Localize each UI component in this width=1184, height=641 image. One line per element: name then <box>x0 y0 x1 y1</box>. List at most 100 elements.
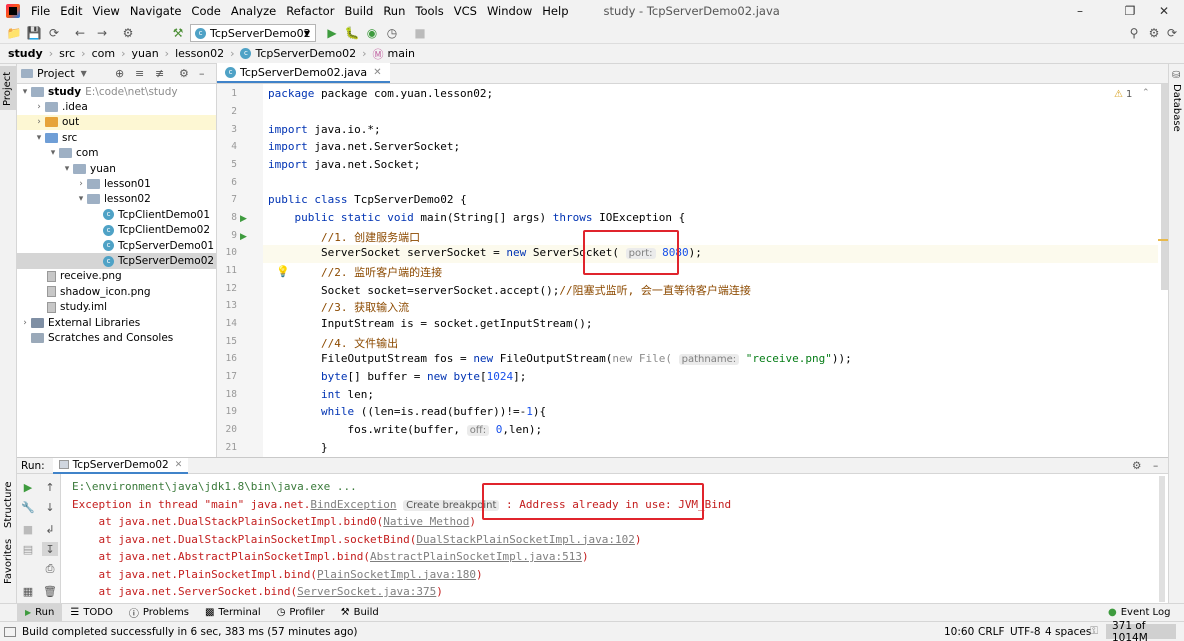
update-icon[interactable]: ⟳ <box>1164 25 1180 41</box>
bottom-tab-run[interactable]: ▶ Run <box>17 603 63 622</box>
tree-item-tcpclientdemo01[interactable]: c TcpClientDemo01 <box>17 207 216 222</box>
back-icon[interactable]: ← <box>72 25 88 41</box>
run-config-select[interactable]: c TcpServerDemo02 ▼ <box>190 24 316 42</box>
scroll-down-icon[interactable]: ↓ <box>42 500 58 514</box>
stack-link[interactable]: PlainSocketImpl.java:180 <box>317 568 476 581</box>
sync-icon[interactable]: ⟳ <box>46 25 62 41</box>
structure-tool-tab[interactable]: Structure <box>3 481 14 528</box>
scroll-up-icon[interactable]: ↑ <box>42 480 58 494</box>
chevron-down-icon[interactable]: ▼ <box>81 69 87 78</box>
menu-analyze[interactable]: Analyze <box>226 4 281 18</box>
project-panel-title[interactable]: Project <box>37 67 75 80</box>
build-hammer-icon[interactable]: ⚒ <box>170 25 186 41</box>
tree-item-tcpserverdemo01[interactable]: c TcpServerDemo01 <box>17 238 216 253</box>
tree-item-com[interactable]: ▾ com <box>17 146 216 161</box>
tree-item-lesson01[interactable]: › lesson01 <box>17 176 216 191</box>
tree-item-out[interactable]: › out <box>17 114 216 131</box>
soft-wrap-icon[interactable]: ↲ <box>42 522 58 536</box>
stack-link[interactable]: ServerSocket.java:375 <box>297 585 436 598</box>
console-scrollbar[interactable] <box>1159 476 1165 602</box>
stack-link[interactable]: DualStackPlainSocketImpl.java:102 <box>416 533 635 546</box>
stack-link[interactable]: AbstractPlainSocketImpl.java:513 <box>370 550 582 563</box>
menu-tools[interactable]: Tools <box>410 4 448 18</box>
stack-link[interactable]: Native Method <box>383 515 469 528</box>
close-icon[interactable]: ✕ <box>1144 0 1184 22</box>
menu-window[interactable]: Window <box>482 4 537 18</box>
breadcrumb-study[interactable]: study <box>8 47 43 60</box>
line-separator[interactable]: CRLF <box>978 626 1005 638</box>
tree-item-study-iml[interactable]: study.iml <box>17 300 216 315</box>
exception-link[interactable]: BindException <box>310 498 396 511</box>
tree-item-src[interactable]: ▾ src <box>17 130 216 145</box>
run-gutter-icon[interactable]: ▶ <box>240 232 247 242</box>
menu-build[interactable]: Build <box>339 4 378 18</box>
warning-icon[interactable]: ⚠ <box>1114 89 1123 100</box>
breadcrumb-lesson02[interactable]: lesson02 <box>175 47 224 60</box>
tree-item-external-libraries[interactable]: › External Libraries <box>17 315 216 330</box>
hide-panel-icon[interactable]: – <box>199 67 205 80</box>
collapse-all-icon[interactable]: ≢ <box>155 67 164 80</box>
tab-tcpserverdemo02-java[interactable]: c TcpServerDemo02.java ✕ <box>217 63 390 83</box>
search-icon[interactable]: ⚲ <box>1126 25 1142 41</box>
run-tab[interactable]: TcpServerDemo02 ✕ <box>52 457 189 474</box>
project-tool-tab[interactable]: Project <box>0 66 16 110</box>
settings-gear-icon[interactable]: ⚙ <box>179 67 189 80</box>
bottom-tab-profiler[interactable]: ◷ Profiler <box>269 604 333 622</box>
settings-gear-icon[interactable]: ⚙ <box>1132 460 1141 472</box>
menu-file[interactable]: File <box>26 4 55 18</box>
menu-code[interactable]: Code <box>186 4 225 18</box>
scroll-to-end-icon[interactable]: ↧ <box>42 542 58 556</box>
breadcrumb-class[interactable]: c TcpServerDemo02 <box>240 47 356 60</box>
warning-stripe[interactable] <box>1158 239 1168 241</box>
hide-panel-icon[interactable]: – <box>1153 460 1158 472</box>
tree-item-yuan[interactable]: ▾ yuan <box>17 161 216 176</box>
profile-icon[interactable]: ◷ <box>384 25 400 41</box>
menu-edit[interactable]: Edit <box>55 4 87 18</box>
rerun-icon[interactable]: ▶ <box>20 480 36 494</box>
clear-icon[interactable]: 🗑 <box>42 584 58 598</box>
layout-toggle-icon[interactable] <box>4 626 16 637</box>
bottom-tab-terminal[interactable]: ▩ Terminal <box>197 604 269 622</box>
bottom-tab-todo[interactable]: ☰ TODO <box>62 604 121 622</box>
caret-position[interactable]: 10:60 <box>944 626 974 638</box>
debug-icon[interactable]: 🐛 <box>344 25 360 41</box>
database-icon[interactable]: ⛁ <box>1172 70 1180 81</box>
expand-all-icon[interactable]: ≡ <box>135 67 144 80</box>
menu-navigate[interactable]: Navigate <box>125 4 187 18</box>
bottom-tab-problems[interactable]: ⓘ Problems <box>121 604 197 622</box>
chevron-up-icon[interactable]: ⌃ <box>1142 88 1150 98</box>
bottom-tab-build[interactable]: ⚒ Build <box>333 604 387 622</box>
save-icon[interactable]: 💾 <box>26 25 42 41</box>
forward-icon[interactable]: → <box>94 25 110 41</box>
wrench-icon[interactable]: 🔧 <box>20 500 36 514</box>
breadcrumb-src[interactable]: src <box>59 47 75 60</box>
tree-item-lesson02[interactable]: ▾ lesson02 <box>17 192 216 207</box>
file-encoding[interactable]: UTF-8 <box>1010 626 1041 638</box>
breadcrumb-yuan[interactable]: yuan <box>131 47 158 60</box>
tree-item-tcpclientdemo02[interactable]: c TcpClientDemo02 <box>17 223 216 238</box>
run-gutter-icon[interactable]: ▶ <box>240 214 247 224</box>
open-folder-icon[interactable]: 📁 <box>6 25 22 41</box>
settings-gear-icon[interactable]: ⚙ <box>1146 25 1162 41</box>
locate-icon[interactable]: ⊕ <box>115 67 124 80</box>
database-tool-tab[interactable]: Database <box>1171 84 1182 132</box>
indent-setting[interactable]: 4 spaces <box>1045 626 1091 638</box>
minimize-icon[interactable]: – <box>1060 0 1100 22</box>
tree-item-scratches[interactable]: Scratches and Consoles <box>17 330 216 345</box>
stop-icon[interactable]: ■ <box>20 522 36 536</box>
menu-run[interactable]: Run <box>378 4 410 18</box>
close-tab-icon[interactable]: ✕ <box>175 460 183 470</box>
coverage-icon[interactable]: ◉ <box>364 25 380 41</box>
status-message[interactable]: Build completed successfully in 6 sec, 3… <box>22 626 358 638</box>
tree-item-study[interactable]: ▾ study E:\code\net\study <box>17 84 216 99</box>
menu-vcs[interactable]: VCS <box>449 4 482 18</box>
menu-help[interactable]: Help <box>537 4 573 18</box>
menu-view[interactable]: View <box>88 4 125 18</box>
add-config-icon[interactable]: ⚙ <box>120 25 136 41</box>
close-tab-icon[interactable]: ✕ <box>373 67 381 78</box>
favorites-tool-tab[interactable]: Favorites <box>3 539 14 584</box>
run-icon[interactable]: ▶ <box>324 25 340 41</box>
menu-refactor[interactable]: Refactor <box>281 4 339 18</box>
breadcrumb-com[interactable]: com <box>92 47 116 60</box>
lock-icon[interactable]: ⚿ <box>1090 625 1098 638</box>
